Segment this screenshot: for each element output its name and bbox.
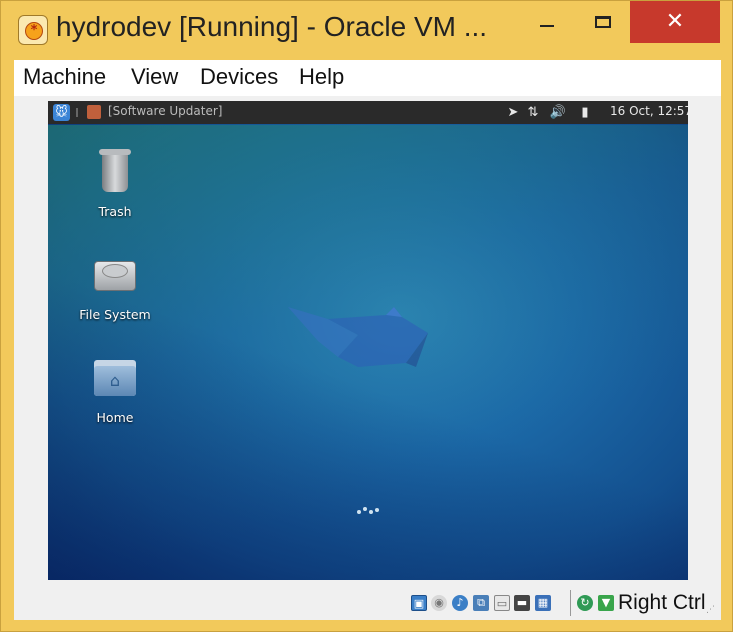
menu-help[interactable]: Help <box>299 64 344 90</box>
volume-icon[interactable]: 🔊 <box>549 104 567 121</box>
battery-icon[interactable]: ▮ <box>576 104 594 121</box>
maximize-button[interactable] <box>578 1 624 43</box>
window-title: hydrodev [Running] - Oracle VM ... <box>56 11 488 42</box>
xfce-menu-icon[interactable]: 🐭 <box>53 104 70 121</box>
title-bar[interactable]: * hydrodev [Running] - Oracle VM ... ✕ <box>1 1 733 59</box>
desktop-icon-label: Trash <box>98 204 132 219</box>
resize-grip-icon[interactable]: ⋰ <box>706 605 718 617</box>
network-icon[interactable]: ⧉ <box>473 595 489 611</box>
optical-drive-icon[interactable]: ◉ <box>431 595 447 611</box>
guest-clock[interactable]: 16 Oct, 12:57 <box>610 104 688 118</box>
network-icon[interactable]: ⇅ <box>524 104 542 121</box>
keyboard-capture-icon[interactable]: ▼ <box>598 595 614 611</box>
host-key-label: Right Ctrl <box>618 591 706 614</box>
mouse-integration-icon[interactable]: ↻ <box>577 595 593 611</box>
guest-screen[interactable]: 🐭 [Software Updater] ➤ ⇅ 🔊 ▮ 16 Oct, 12:… <box>48 101 688 580</box>
shared-folder-icon[interactable]: ▭ <box>494 595 510 611</box>
desktop-icon-home[interactable]: ⌂ Home <box>55 354 175 425</box>
menu-devices[interactable]: Devices <box>200 64 278 90</box>
close-icon: ✕ <box>665 9 685 34</box>
close-button[interactable]: ✕ <box>630 1 720 43</box>
menu-machine[interactable]: Machine <box>23 64 106 90</box>
virtualbox-window: * hydrodev [Running] - Oracle VM ... ✕ M… <box>0 0 733 632</box>
desktop-icon-label: Home <box>96 410 134 425</box>
desktop-icon-file-system[interactable]: File System <box>55 251 175 322</box>
hard-drive-icon <box>92 251 138 297</box>
video-capture-icon[interactable]: ▦ <box>535 595 551 611</box>
maximize-icon <box>595 16 611 28</box>
minimize-icon <box>540 25 554 27</box>
desktop-icon-label: File System <box>79 307 151 322</box>
display-icon[interactable]: ▬ <box>514 595 530 611</box>
menu-view[interactable]: View <box>131 64 178 90</box>
virtualbox-app-icon[interactable]: * <box>18 15 48 45</box>
guest-top-panel: 🐭 [Software Updater] ➤ ⇅ 🔊 ▮ 16 Oct, 12:… <box>48 101 688 124</box>
trash-icon <box>92 148 138 194</box>
software-updater-icon <box>87 105 101 119</box>
hard-disk-icon[interactable]: ▣ <box>411 595 427 611</box>
busy-spinner-icon <box>357 505 381 515</box>
menu-bar: Machine View Devices Help <box>14 60 721 96</box>
pointer-icon: ➤ <box>507 105 519 120</box>
home-folder-icon: ⌂ <box>92 354 138 400</box>
taskbar-software-updater[interactable]: [Software Updater] <box>108 104 222 118</box>
audio-icon[interactable]: ♪ <box>452 595 468 611</box>
desktop-icon-trash[interactable]: Trash <box>55 148 175 219</box>
minimize-button[interactable] <box>522 1 568 43</box>
status-bar: ▣ ◉ ♪ ⧉ ▭ ▬ ▦ ↻ ▼ Right Ctrl <box>14 588 721 620</box>
xfce-mouse-logo <box>288 307 428 367</box>
